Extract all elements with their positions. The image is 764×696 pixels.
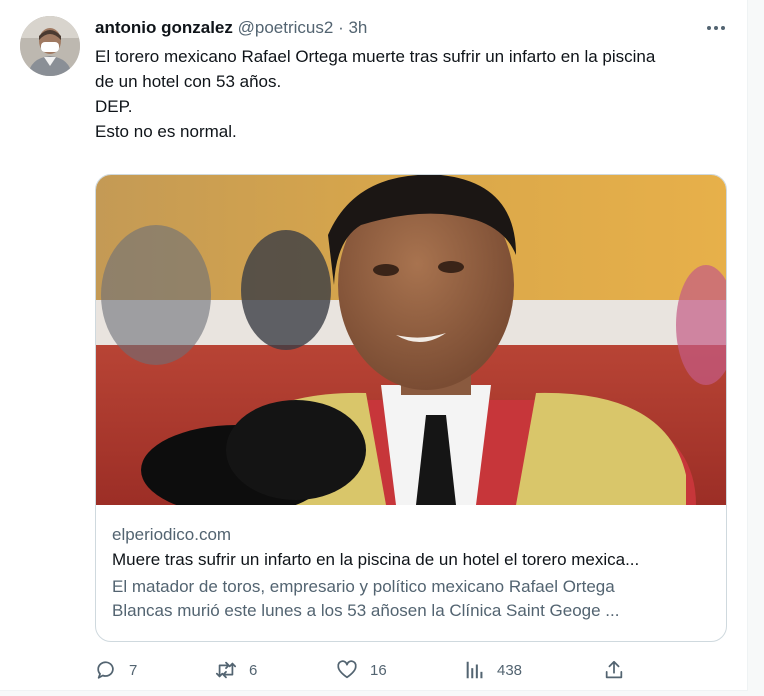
card-description: El matador de toros, empresario y políti…: [112, 575, 712, 623]
like-button[interactable]: 16: [336, 656, 387, 684]
like-count: 16: [370, 661, 387, 679]
share-icon: [605, 660, 623, 679]
reply-button[interactable]: 7: [95, 656, 137, 684]
card-description-line: Blancas murió este lunes a los 53 añosen…: [112, 601, 620, 620]
tweet-text-line: de un hotel con 53 años.: [95, 72, 282, 91]
reply-icon: [97, 661, 114, 679]
link-card[interactable]: elperiodico.com Muere tras sufrir un inf…: [95, 174, 727, 642]
timestamp[interactable]: 3h: [348, 18, 367, 37]
avatar[interactable]: [20, 16, 80, 76]
card-meta: elperiodico.com Muere tras sufrir un inf…: [112, 523, 712, 623]
share-button[interactable]: [603, 656, 625, 684]
card-image[interactable]: [96, 175, 726, 505]
card-description-line: El matador de toros, empresario y políti…: [112, 577, 615, 596]
tweet-text: El torero mexicano Rafael Ortega muerte …: [95, 44, 735, 144]
tweet-text-line: El torero mexicano Rafael Ortega muerte …: [95, 47, 656, 66]
tweet[interactable]: antonio gonzalez @poetricus2 · 3h El tor…: [0, 0, 748, 691]
retweet-count: 6: [249, 661, 258, 679]
card-domain: elperiodico.com: [112, 525, 232, 544]
retweet-icon: [215, 661, 237, 679]
action-bar: 7 6 16 438: [95, 656, 635, 684]
card-title: Muere tras sufrir un infarto en la pisci…: [112, 550, 640, 569]
retweet-button[interactable]: 6: [215, 656, 257, 684]
analytics-icon: [466, 661, 483, 679]
views-button[interactable]: 438: [463, 656, 522, 684]
tweet-header: antonio gonzalez @poetricus2 · 3h: [95, 17, 367, 39]
more-icon[interactable]: [703, 17, 729, 39]
separator-dot: ·: [338, 18, 344, 37]
tweet-text-line: DEP.: [95, 97, 133, 116]
views-count: 438: [497, 661, 523, 679]
avatar-image: [20, 16, 80, 76]
user-handle[interactable]: @poetricus2: [238, 18, 334, 37]
reply-count: 7: [129, 661, 138, 679]
tweet-text-line: Esto no es normal.: [95, 122, 237, 141]
heart-icon: [337, 660, 357, 679]
display-name[interactable]: antonio gonzalez: [95, 18, 233, 37]
